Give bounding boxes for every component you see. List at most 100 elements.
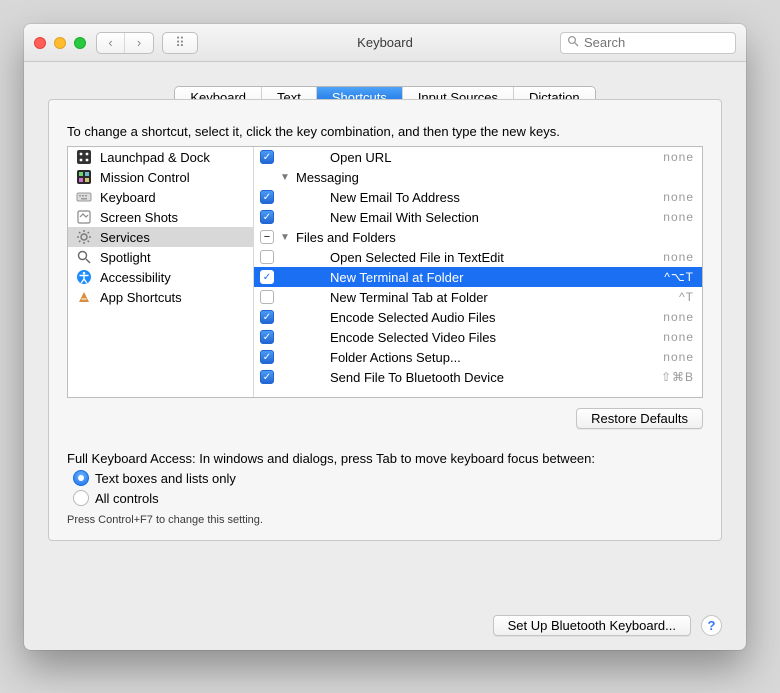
sidebar-item-label: Keyboard: [100, 190, 156, 205]
fka-option[interactable]: All controls: [67, 490, 703, 506]
radio-button[interactable]: [73, 490, 89, 506]
shortcut-label: none: [663, 330, 694, 344]
traffic-lights: [34, 37, 86, 49]
services-list: ✓ Open URL none ▼ Messaging ✓ New Email To Add…: [254, 147, 702, 397]
checkbox[interactable]: ✓: [260, 190, 274, 204]
fka-option[interactable]: Text boxes and lists only: [67, 470, 703, 486]
shortcut-label: none: [663, 190, 694, 204]
footer: Set Up Bluetooth Keyboard... ?: [48, 601, 722, 636]
back-button[interactable]: ‹: [97, 33, 125, 53]
checkbox[interactable]: ✓: [260, 270, 274, 284]
checkbox[interactable]: ✓: [260, 210, 274, 224]
service-label: New Terminal Tab at Folder: [296, 290, 673, 305]
sidebar-item-label: Mission Control: [100, 170, 190, 185]
radio-label: Text boxes and lists only: [95, 471, 236, 486]
restore-defaults-button[interactable]: Restore Defaults: [576, 408, 703, 429]
checkbox[interactable]: ✓: [260, 310, 274, 324]
shortcut-label: none: [663, 210, 694, 224]
titlebar: ‹ › ⠿ Keyboard: [24, 24, 746, 62]
sidebar-item-accessibility[interactable]: Accessibility: [68, 267, 253, 287]
service-row[interactable]: ✓ Open URL none: [254, 147, 702, 167]
service-label: New Email To Address: [296, 190, 657, 205]
sidebar-item-launchpad-dock[interactable]: Launchpad & Dock: [68, 147, 253, 167]
collapse-button[interactable]: −: [260, 230, 274, 244]
sidebar-item-label: Services: [100, 230, 150, 245]
forward-button[interactable]: ›: [125, 33, 153, 53]
preferences-window: ‹ › ⠿ Keyboard KeyboardTextShortcutsInpu…: [24, 24, 746, 650]
sidebar-item-services[interactable]: Services: [68, 227, 253, 247]
service-label: Folder Actions Setup...: [296, 350, 657, 365]
maximize-icon[interactable]: [74, 37, 86, 49]
category-sidebar: Launchpad & Dock Mission Control Keyboard S…: [68, 147, 254, 397]
service-label: Send File To Bluetooth Device: [296, 370, 655, 385]
sidebar-item-screen-shots[interactable]: Screen Shots: [68, 207, 253, 227]
split-view: Launchpad & Dock Mission Control Keyboard S…: [67, 146, 703, 398]
app-shortcuts-icon: [76, 289, 92, 305]
service-row[interactable]: ✓ New Email To Address none: [254, 187, 702, 207]
sidebar-item-keyboard[interactable]: Keyboard: [68, 187, 253, 207]
sidebar-item-mission-control[interactable]: Mission Control: [68, 167, 253, 187]
content-area: KeyboardTextShortcutsInput SourcesDictat…: [24, 62, 746, 650]
service-row[interactable]: ✓Encode Selected Video Filesnone: [254, 327, 702, 347]
minimize-icon[interactable]: [54, 37, 66, 49]
shortcut-label: ^⌥T: [664, 270, 694, 284]
nav-segmented: ‹ ›: [96, 32, 154, 54]
service-label: Encode Selected Audio Files: [296, 310, 657, 325]
service-label: Messaging: [296, 170, 694, 185]
radio-button[interactable]: [73, 470, 89, 486]
service-row[interactable]: ✓ Send File To Bluetooth Device ⇧⌘B: [254, 367, 702, 387]
search-field[interactable]: [560, 32, 736, 54]
accessibility-icon: [76, 269, 92, 285]
service-row[interactable]: ✓ New Email With Selection none: [254, 207, 702, 227]
sidebar-item-label: Spotlight: [100, 250, 151, 265]
sidebar-item-app-shortcuts[interactable]: App Shortcuts: [68, 287, 253, 307]
shortcut-label: ⇧⌘B: [661, 370, 694, 384]
sidebar-item-spotlight[interactable]: Spotlight: [68, 247, 253, 267]
checkbox[interactable]: ✓: [260, 330, 274, 344]
fka-heading: Full Keyboard Access: In windows and dia…: [67, 451, 703, 466]
shortcut-label: none: [663, 250, 694, 264]
bluetooth-keyboard-button[interactable]: Set Up Bluetooth Keyboard...: [493, 615, 691, 636]
service-label: New Email With Selection: [296, 210, 657, 225]
search-input[interactable]: [584, 35, 729, 50]
checkbox[interactable]: ✓: [260, 150, 274, 164]
restore-row: Restore Defaults: [67, 408, 703, 429]
checkbox[interactable]: [260, 250, 274, 264]
radio-label: All controls: [95, 491, 159, 506]
help-button[interactable]: ?: [701, 615, 722, 636]
sidebar-item-label: Screen Shots: [100, 210, 178, 225]
service-label: Open Selected File in TextEdit: [296, 250, 657, 265]
service-row[interactable]: New Terminal Tab at Folder ^T: [254, 287, 702, 307]
show-all-button[interactable]: ⠿: [162, 32, 198, 54]
service-row[interactable]: −▼Files and Folders: [254, 227, 702, 247]
mission-control-icon: [76, 169, 92, 185]
close-icon[interactable]: [34, 37, 46, 49]
service-row[interactable]: ▼ Messaging: [254, 167, 702, 187]
sidebar-item-label: Accessibility: [100, 270, 171, 285]
shortcut-label: none: [663, 310, 694, 324]
full-keyboard-access: Full Keyboard Access: In windows and dia…: [67, 451, 703, 526]
service-row[interactable]: Open Selected File in TextEdit none: [254, 247, 702, 267]
service-row[interactable]: ✓Folder Actions Setup...none: [254, 347, 702, 367]
service-label: New Terminal at Folder: [296, 270, 658, 285]
fka-note: Press Control+F7 to change this setting.: [67, 514, 703, 526]
service-row[interactable]: ✓ New Terminal at Folder ^⌥T: [254, 267, 702, 287]
search-icon: [567, 35, 579, 50]
service-row[interactable]: ✓ Encode Selected Audio Files none: [254, 307, 702, 327]
service-label: Open URL: [296, 150, 657, 165]
shortcut-label: ^T: [679, 290, 694, 304]
disclosure-triangle-icon[interactable]: ▼: [280, 232, 290, 243]
checkbox[interactable]: [260, 290, 274, 304]
shortcut-label: none: [663, 150, 694, 164]
instruction-text: To change a shortcut, select it, click t…: [67, 124, 703, 139]
spotlight-icon: [76, 249, 92, 265]
checkbox[interactable]: ✓: [260, 350, 274, 364]
checkbox[interactable]: ✓: [260, 370, 274, 384]
sidebar-item-label: App Shortcuts: [100, 290, 182, 305]
sidebar-item-label: Launchpad & Dock: [100, 150, 210, 165]
launchpad-icon: [76, 149, 92, 165]
disclosure-triangle-icon[interactable]: ▼: [280, 172, 290, 183]
shortcuts-panel: To change a shortcut, select it, click t…: [48, 99, 722, 541]
gear-icon: [76, 229, 92, 245]
grid-icon: ⠿: [163, 33, 197, 53]
